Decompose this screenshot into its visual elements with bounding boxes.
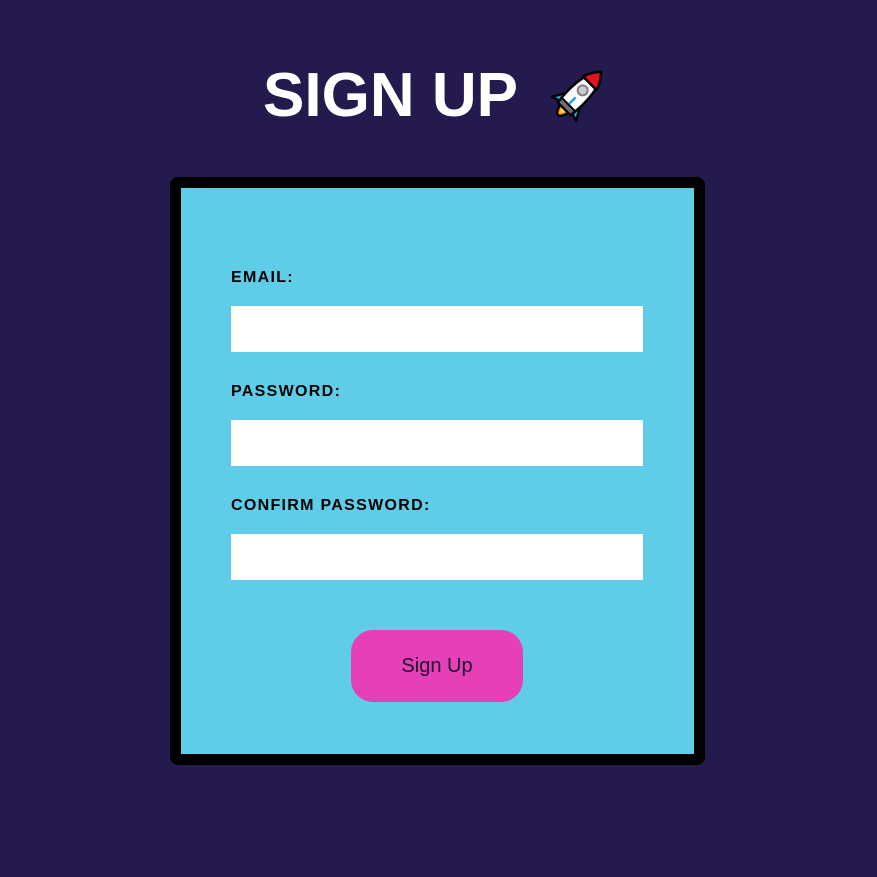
email-field[interactable]	[231, 306, 643, 352]
email-label: EMAIL:	[231, 269, 294, 286]
page-header: SIGN UP	[0, 58, 877, 134]
rocket-icon	[540, 59, 614, 133]
password-field[interactable]	[231, 420, 643, 466]
page-title: SIGN UP	[263, 61, 518, 130]
confirm-password-label: CONFIRM PASSWORD:	[231, 497, 431, 514]
signup-form-card: EMAIL: PASSWORD: CONFIRM PASSWORD: Sign …	[170, 177, 705, 765]
sign-up-button[interactable]: Sign Up	[351, 630, 523, 702]
password-label: PASSWORD:	[231, 383, 342, 400]
confirm-password-field[interactable]	[231, 534, 643, 580]
